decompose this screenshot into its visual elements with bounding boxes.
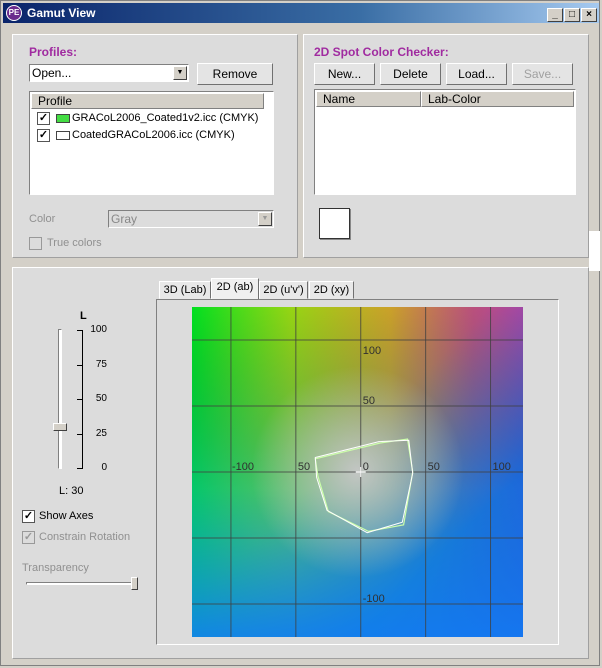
l-slider-track[interactable] [58,329,62,469]
spot-column-lab[interactable]: Lab-Color [421,91,574,107]
spot-new-button[interactable]: New... [314,63,375,85]
tab-2d-uv[interactable]: 2D (u'v') [259,281,308,299]
spot-load-button[interactable]: Load... [446,63,507,85]
l-tick-label: 100 [90,324,107,335]
axis-tick-label: -100 [363,593,385,605]
constrain-rotation-label: Constrain Rotation [39,531,131,543]
l-slider-thumb[interactable] [53,422,67,431]
spot-color-swatch[interactable] [319,208,350,239]
spot-checker-label: 2D Spot Color Checker: [314,45,449,59]
gamut-app-icon: PE [6,5,22,21]
profile-name-gracol[interactable]: GRACoL2006_Coated1v2.icc (CMYK) [72,112,258,124]
show-axes-label[interactable]: Show Axes [39,510,93,522]
profile-checkbox-gracol[interactable]: ✓ [37,112,50,125]
chevron-down-icon: ▼ [258,212,272,226]
transparency-slider-thumb[interactable] [131,577,138,590]
spot-delete-button[interactable]: Delete [380,63,441,85]
show-axes-checkbox[interactable]: ✓ [22,510,35,523]
l-tick-mark [77,433,83,435]
l-tick-mark [77,364,83,366]
window-edge [589,231,600,271]
color-mode-combo: Gray ▼ [108,210,274,228]
l-tick-mark [77,468,83,469]
profile-column-header[interactable]: Profile [31,93,264,109]
tab-2d-xy[interactable]: 2D (xy) [309,281,354,299]
axis-tick-label: 0 [363,461,369,473]
axis-tick-label: 50 [298,461,310,473]
color-label: Color [29,213,56,225]
true-colors-checkbox [29,237,42,250]
profiles-label: Profiles: [29,45,78,59]
gamut-view-window: PE Gamut View _ □ × Profiles: Open... ▼ … [0,0,600,666]
minimize-button[interactable]: _ [547,8,563,22]
l-tick-label: 25 [95,427,107,439]
l-tick-label: 50 [95,393,107,404]
color-mode-value: Gray [111,212,138,226]
remove-button[interactable]: Remove [197,63,273,85]
chevron-down-icon[interactable]: ▼ [173,66,187,80]
spot-save-button: Save... [512,63,573,85]
l-tick-label: 75 [95,358,107,370]
constrain-rotation-checkbox: ✓ [22,531,35,544]
profile-checkbox-coated[interactable]: ✓ [37,129,50,142]
profile-name-coated[interactable]: CoatedGRACoL2006.icc (CMYK) [72,129,235,141]
profile-open-value: Open... [32,66,72,80]
transparency-label: Transparency [22,562,89,574]
window-title: Gamut View [27,6,96,20]
profile-color-swatch [56,114,70,123]
tab-3d-lab[interactable]: 3D (Lab) [159,281,211,299]
profile-color-swatch [56,131,70,140]
l-tick-label: 0 [101,462,107,473]
title-bar[interactable]: PE Gamut View _ □ × [3,3,599,23]
spot-column-name[interactable]: Name [316,91,421,107]
l-axis-label: L [80,310,87,322]
axis-tick-label: -100 [232,461,254,473]
transparency-slider-track[interactable] [26,582,138,585]
axis-tick-label: 100 [363,345,381,357]
l-tick-mark [77,399,83,400]
l-tick-mark [77,330,83,331]
l-value-label: L: 30 [59,485,84,497]
tab-2d-ab[interactable]: 2D (ab) [211,278,259,300]
profile-open-combo[interactable]: Open... ▼ [29,64,189,82]
axis-tick-label: 50 [363,395,375,407]
maximize-button[interactable]: □ [564,8,580,22]
axis-tick-label: 50 [428,461,440,473]
axis-tick-label: 100 [493,461,511,473]
ab-gamut-plot[interactable]: 100 50 0 -100 -100 50 50 100 [192,307,523,637]
true-colors-label: True colors [47,237,102,249]
close-button[interactable]: × [581,8,597,22]
